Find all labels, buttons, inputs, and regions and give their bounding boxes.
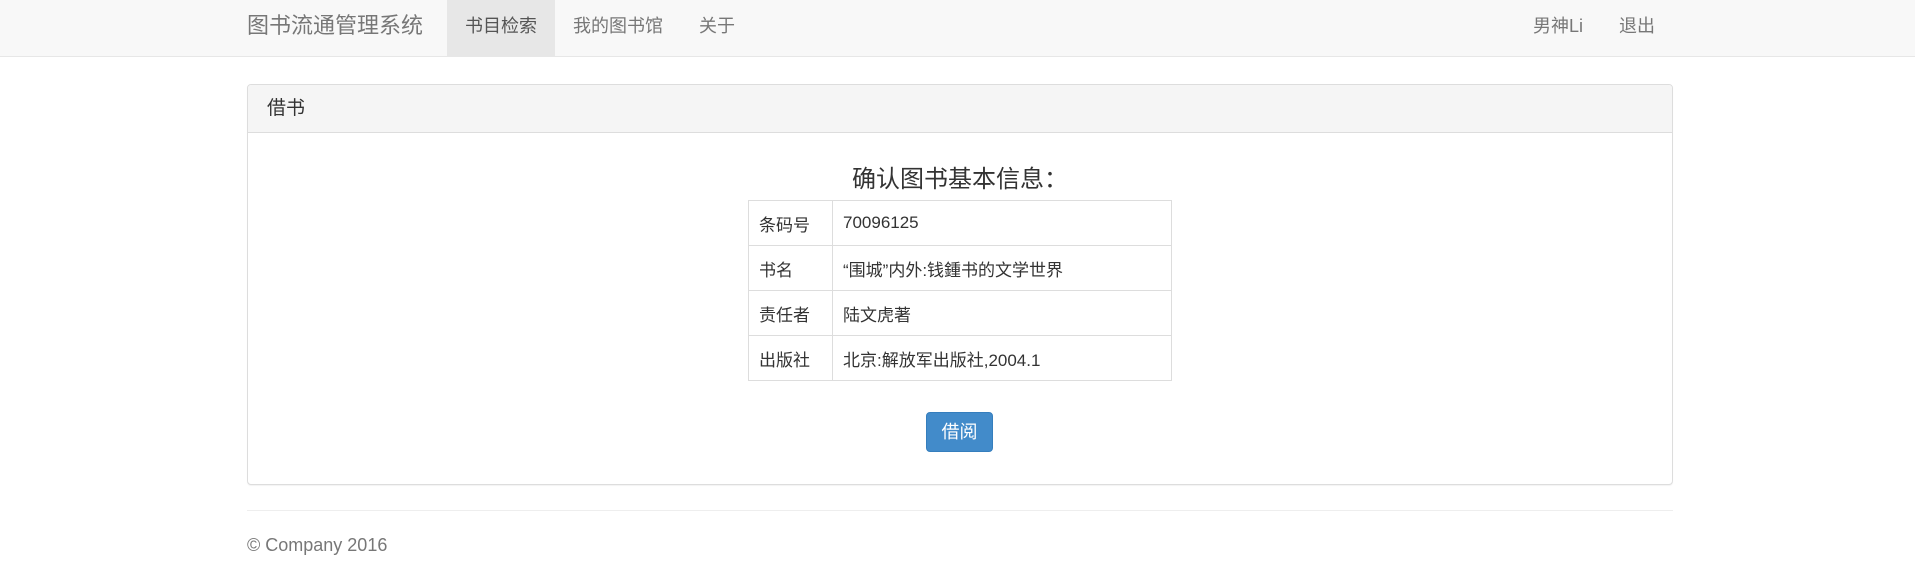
row-label-barcode: 条码号 bbox=[748, 200, 833, 246]
row-value-title: “围城”内外:钱鍾书的文学世界 bbox=[832, 245, 1172, 291]
nav-item-logout[interactable]: 退出 bbox=[1601, 0, 1673, 57]
footer-copyright: © Company 2016 bbox=[247, 535, 388, 555]
footer-divider bbox=[247, 510, 1673, 511]
table-row: 出版社 北京:解放军出版社,2004.1 bbox=[748, 335, 1172, 381]
table-row: 书名 “围城”内外:钱鍾书的文学世界 bbox=[748, 245, 1172, 291]
table-row: 责任者 陆文虎著 bbox=[748, 290, 1172, 336]
table-row: 条码号 70096125 bbox=[748, 200, 1172, 246]
app-brand[interactable]: 图书流通管理系统 bbox=[247, 0, 423, 57]
book-info-table: 条码号 70096125 书名 “围城”内外:钱鍾书的文学世界 责任者 陆文虎著… bbox=[748, 200, 1172, 381]
nav-left-menu: 书目检索 我的图书馆 关于 bbox=[447, 0, 753, 57]
row-label-publisher: 出版社 bbox=[748, 335, 833, 381]
row-value-author: 陆文虎著 bbox=[832, 290, 1172, 336]
row-value-publisher: 北京:解放军出版社,2004.1 bbox=[832, 335, 1172, 381]
borrow-button[interactable]: 借阅 bbox=[926, 412, 993, 452]
row-value-barcode: 70096125 bbox=[832, 200, 1172, 246]
nav-item-book-search[interactable]: 书目检索 bbox=[447, 0, 555, 57]
nav-right-menu: 男神Li 退出 bbox=[1515, 0, 1673, 57]
nav-item-my-library[interactable]: 我的图书馆 bbox=[555, 0, 681, 57]
confirm-title: 确认图书基本信息： bbox=[852, 166, 1068, 193]
panel-heading: 借书 bbox=[248, 85, 1672, 133]
nav-item-about[interactable]: 关于 bbox=[681, 0, 753, 57]
top-navbar: 图书流通管理系统 书目检索 我的图书馆 关于 男神Li 退出 bbox=[0, 0, 1915, 57]
row-label-author: 责任者 bbox=[748, 290, 833, 336]
nav-item-username[interactable]: 男神Li bbox=[1515, 0, 1601, 57]
row-label-title: 书名 bbox=[748, 245, 833, 291]
navbar-container: 图书流通管理系统 书目检索 我的图书馆 关于 男神Li 退出 bbox=[247, 0, 1673, 57]
borrow-panel: 借书 确认图书基本信息： 条码号 70096125 书名 “围城”内外:钱鍾书的… bbox=[247, 84, 1673, 485]
